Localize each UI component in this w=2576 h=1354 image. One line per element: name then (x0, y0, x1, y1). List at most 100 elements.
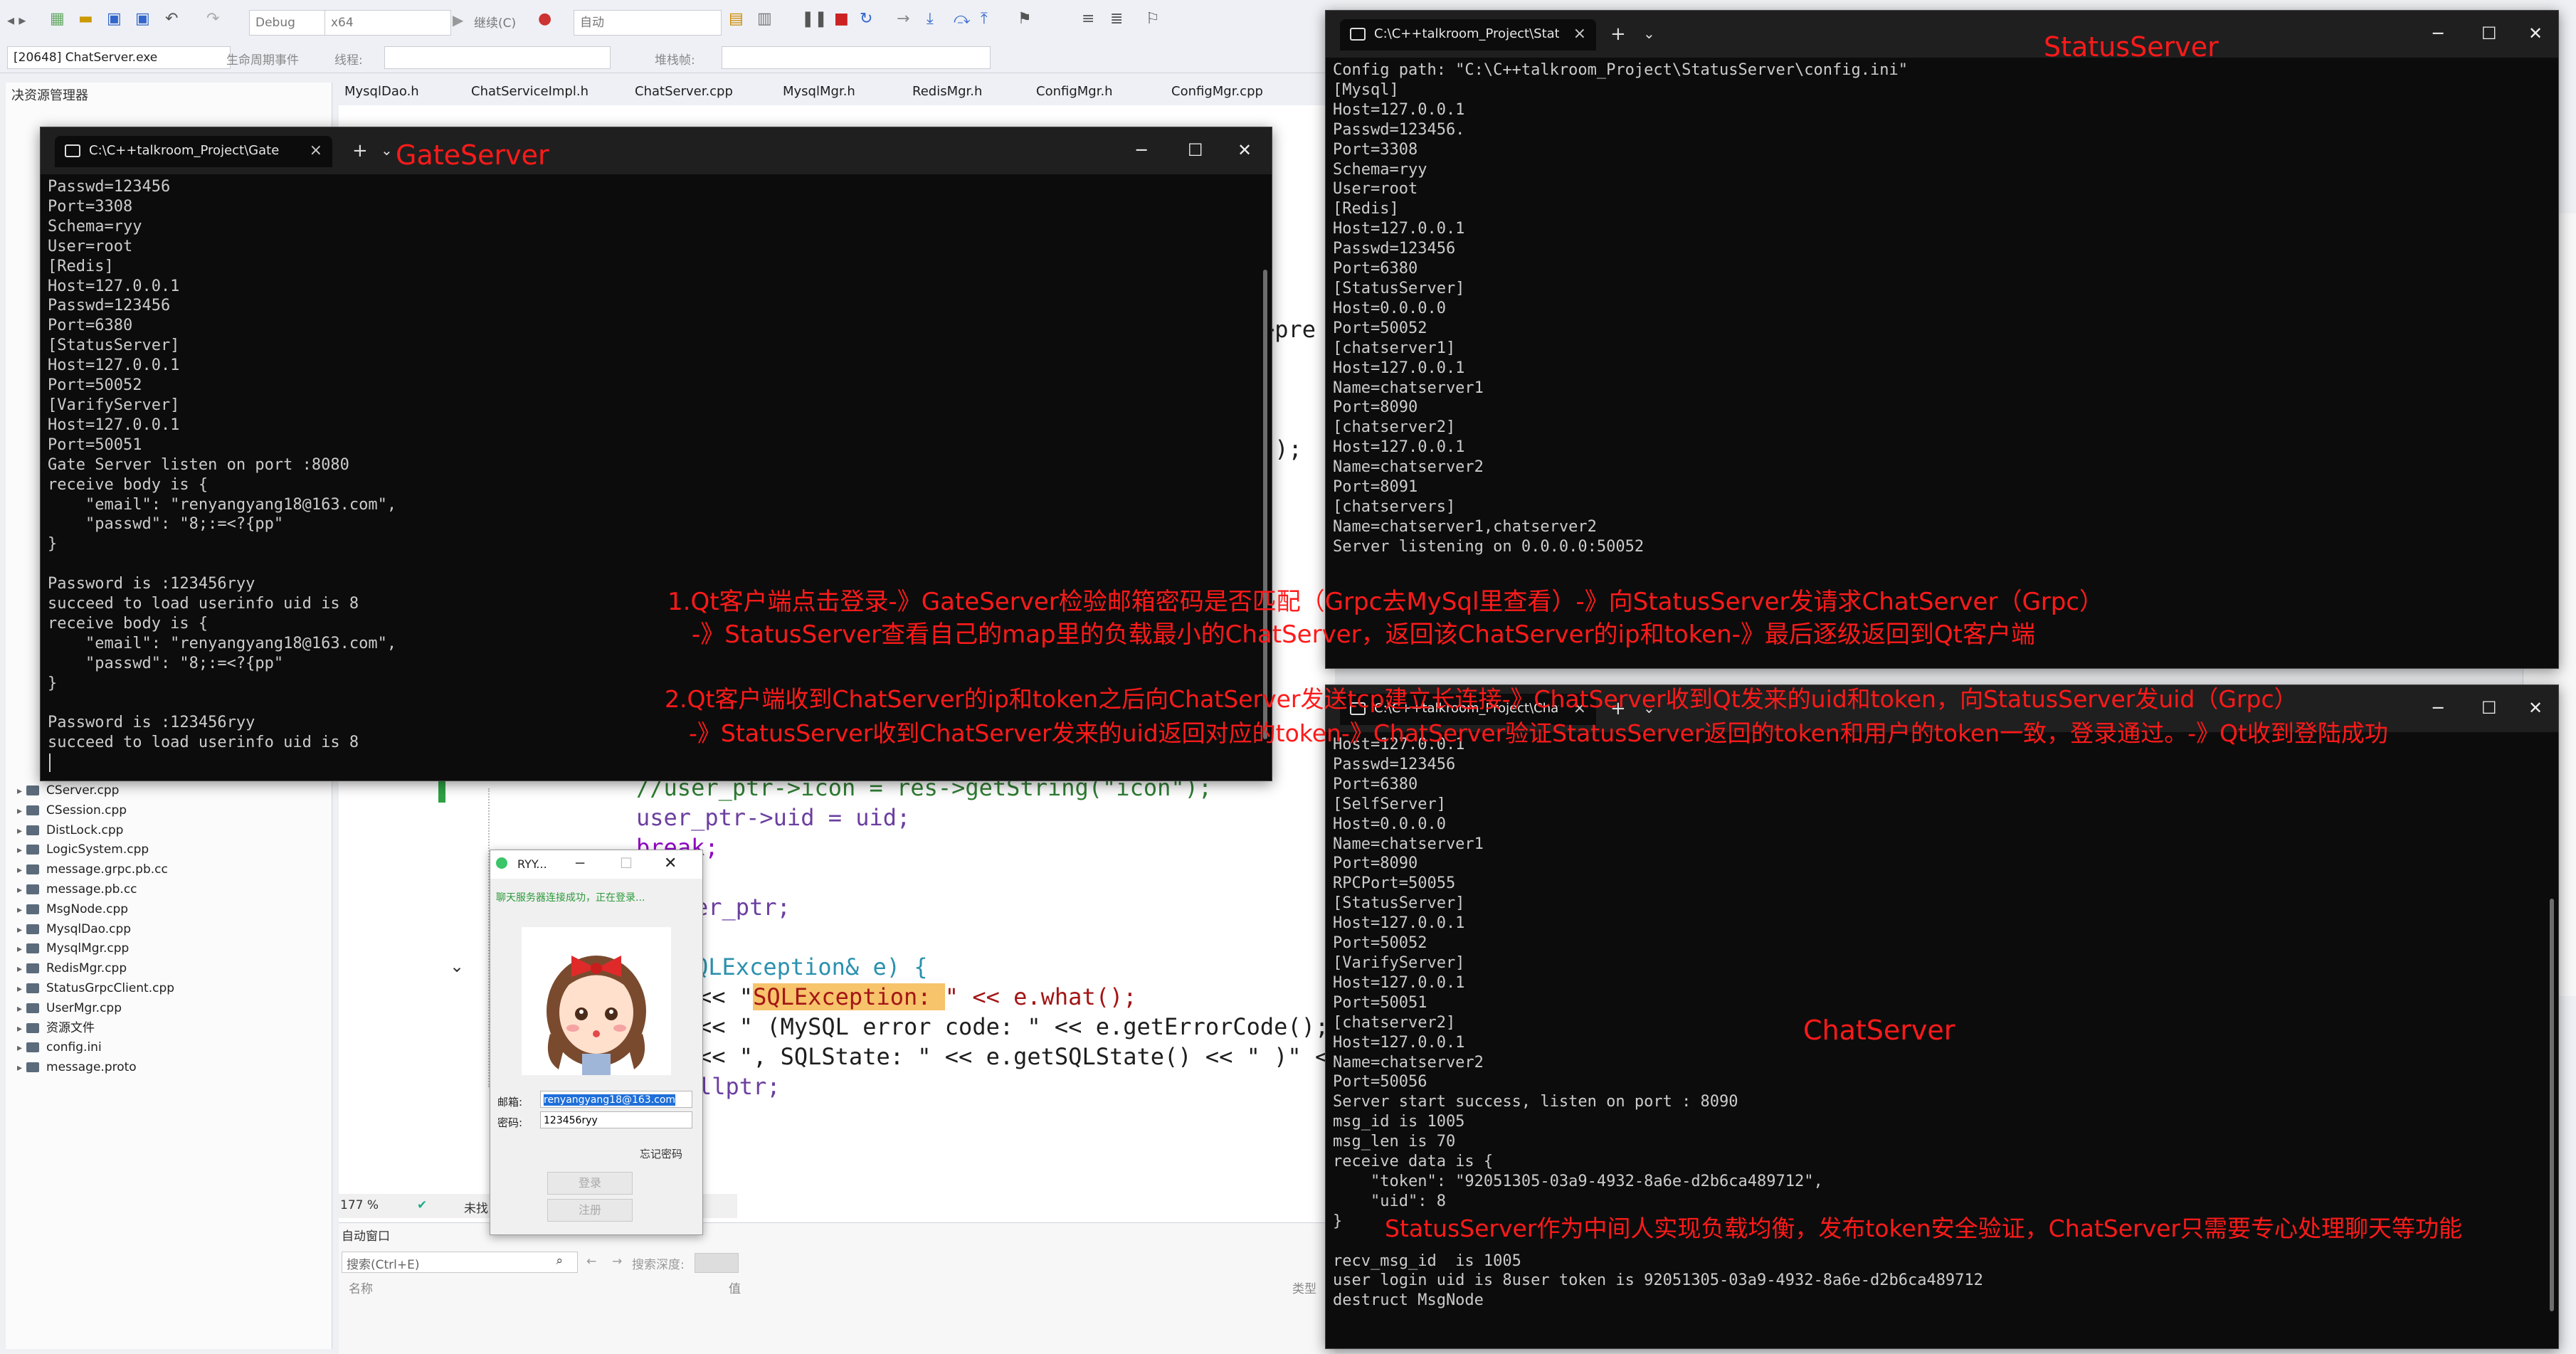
nav-back-icon[interactable]: ← (586, 1254, 596, 1269)
chevron-down-icon[interactable]: ⌄ (381, 142, 393, 159)
tab-mysqldao-h[interactable]: MysqlDao.h (344, 84, 419, 99)
statusserver-tab[interactable]: C:\C++talkroom_Project\Statu × (1340, 19, 1596, 51)
step-over-icon[interactable]: ⤼ (954, 10, 971, 28)
maximize-icon[interactable]: ☐ (2481, 23, 2497, 43)
expand-arrow-icon[interactable]: ▸ (17, 825, 22, 837)
scrollbar-thumb[interactable] (2550, 899, 2554, 1311)
tab-mysqlmgr-h[interactable]: MysqlMgr.h (783, 84, 855, 99)
save-all-icon[interactable]: ▣ (135, 10, 150, 28)
continue-button[interactable]: 继续(C) (474, 13, 516, 31)
new-tab-plus-icon[interactable]: + (352, 140, 368, 162)
tab-chatserver-cpp[interactable]: ChatServer.cpp (635, 84, 733, 99)
maximize-icon[interactable]: ☐ (620, 855, 633, 872)
solution-file-item[interactable]: ▸ UserMgr.cpp (17, 999, 122, 1017)
solution-file-item[interactable]: ▸ 资源文件 (17, 1019, 95, 1037)
solution-file-item[interactable]: ▸ message.pb.cc (17, 880, 137, 899)
restart-icon[interactable]: ↻ (860, 10, 872, 28)
minimize-icon[interactable]: ─ (2433, 698, 2443, 718)
solution-file-item[interactable]: ▸ DistLock.cpp (17, 821, 123, 840)
close-icon[interactable]: ✕ (2528, 698, 2543, 718)
step-into-icon[interactable]: ⤓ (927, 10, 934, 28)
expand-arrow-icon[interactable]: ▸ (17, 1023, 22, 1035)
solution-file-item[interactable]: ▸ MysqlDao.cpp (17, 920, 131, 938)
forgot-password-link[interactable]: 忘记密码 (640, 1146, 682, 1161)
thread-select[interactable] (384, 46, 611, 69)
zoom-level[interactable]: 177 % (340, 1198, 379, 1212)
redo-icon[interactable]: ↷ (206, 10, 219, 28)
solution-file-item[interactable]: ▸ RedisMgr.cpp (17, 959, 127, 978)
browse-icon[interactable]: ▤ (729, 10, 744, 28)
uncomment-icon[interactable]: ≣ (1110, 10, 1123, 28)
close-tab-icon[interactable]: × (310, 142, 322, 159)
bookmark-icon[interactable]: ⚐ (1146, 10, 1160, 28)
undo-icon[interactable]: ↶ (165, 10, 178, 28)
close-tab-icon[interactable]: × (1573, 25, 1586, 43)
expand-arrow-icon[interactable]: ▸ (17, 924, 22, 936)
qt-login-window[interactable]: RYY... ─ ☐ ✕ 聊天服务器连接成功，正在登录... 邮箱: renya… (490, 850, 703, 1235)
expand-arrow-icon[interactable]: ▸ (17, 904, 22, 916)
new-tab-plus-icon[interactable]: + (1610, 23, 1626, 45)
solution-file-item[interactable]: ▸ LogicSystem.cpp (17, 840, 149, 859)
fold-chevron-icon[interactable]: ⌄ (450, 956, 464, 976)
debug-tools-icon[interactable]: ⚑ (1018, 10, 1032, 28)
search-icon[interactable]: ⌕ (556, 1254, 563, 1268)
minimize-icon[interactable]: ─ (576, 855, 584, 872)
continue-play-icon[interactable]: ▶ (453, 11, 463, 28)
solution-file-item[interactable]: ▸ config.ini (17, 1038, 102, 1057)
solution-file-item[interactable]: ▸ CServer.cpp (17, 781, 119, 800)
statusserver-console[interactable]: C:\C++talkroom_Project\Statu × + ⌄ ─ ☐ ✕… (1325, 10, 2559, 669)
lifecycle-events-label[interactable]: 生命周期事件 (226, 50, 299, 68)
maximize-icon[interactable]: ☐ (1188, 140, 1203, 160)
expand-arrow-icon[interactable]: ▸ (17, 983, 22, 995)
tab-configmgr-h[interactable]: ConfigMgr.h (1036, 84, 1113, 99)
attach-icon[interactable]: ▥ (757, 10, 772, 28)
hot-reload-icon[interactable]: ● (538, 10, 551, 28)
config-select[interactable]: Debug (249, 10, 330, 36)
expand-arrow-icon[interactable]: ▸ (17, 943, 22, 955)
pause-icon[interactable]: ❚❚ (801, 10, 828, 28)
expand-arrow-icon[interactable]: ▸ (17, 864, 22, 876)
tab-redismgr-h[interactable]: RedisMgr.h (912, 84, 982, 99)
gateserver-titlebar[interactable]: C:\C++talkroom_Project\Gate × + ⌄ ─ ☐ ✕ (41, 127, 1272, 174)
platform-select[interactable]: x64 (324, 10, 451, 36)
maximize-icon[interactable]: ☐ (2481, 698, 2497, 718)
solution-file-item[interactable]: ▸ StatusGrpcClient.cpp (17, 979, 174, 998)
autos-search-box[interactable]: 搜索(Ctrl+E) ⌕ (342, 1252, 578, 1273)
open-folder-icon[interactable]: ▬ (78, 10, 93, 28)
solution-file-item[interactable]: ▸ MsgNode.cpp (17, 900, 128, 919)
show-next-icon[interactable]: → (897, 10, 909, 28)
expand-arrow-icon[interactable]: ▸ (17, 963, 22, 975)
expand-arrow-icon[interactable]: ▸ (17, 1062, 22, 1074)
close-icon[interactable]: ✕ (2528, 23, 2543, 43)
expand-arrow-icon[interactable]: ▸ (17, 884, 22, 896)
back-icon[interactable]: ◂ ▸ (7, 11, 26, 28)
statusserver-titlebar[interactable]: C:\C++talkroom_Project\Statu × + ⌄ ─ ☐ ✕ (1326, 11, 2558, 58)
register-button[interactable]: 注册 (547, 1199, 633, 1222)
expand-arrow-icon[interactable]: ▸ (17, 1003, 22, 1015)
qt-titlebar[interactable]: RYY... ─ ☐ ✕ (490, 850, 702, 879)
gateserver-tab[interactable]: C:\C++talkroom_Project\Gate × (55, 136, 332, 167)
solution-file-item[interactable]: ▸ message.grpc.pb.cc (17, 860, 168, 879)
save-icon[interactable]: ▣ (107, 10, 122, 28)
process-select[interactable]: [20648] ChatServer.exe (7, 46, 231, 69)
solution-file-item[interactable]: ▸ MysqlMgr.cpp (17, 939, 129, 958)
tab-configmgr-cpp[interactable]: ConfigMgr.cpp (1171, 84, 1263, 99)
auto-select[interactable]: 自动 (574, 10, 722, 36)
chevron-down-icon[interactable]: ⌄ (1643, 25, 1655, 42)
solution-file-item[interactable]: ▸ CSession.cpp (17, 801, 127, 820)
new-file-icon[interactable]: ▦ (50, 10, 65, 28)
search-depth-select[interactable] (695, 1253, 739, 1273)
expand-arrow-icon[interactable]: ▸ (17, 1042, 22, 1054)
expand-arrow-icon[interactable]: ▸ (17, 786, 22, 797)
minimize-icon[interactable]: ─ (1136, 140, 1146, 160)
comment-icon[interactable]: ≡ (1082, 10, 1094, 28)
stop-icon[interactable]: ■ (834, 10, 849, 28)
login-button[interactable]: 登录 (547, 1172, 633, 1195)
expand-arrow-icon[interactable]: ▸ (17, 845, 22, 856)
password-field[interactable]: 123456ryy (540, 1111, 692, 1128)
step-out-icon[interactable]: ⤒ (981, 10, 988, 28)
nav-forward-icon[interactable]: → (612, 1254, 622, 1269)
close-icon[interactable]: ✕ (664, 855, 677, 872)
minimize-icon[interactable]: ─ (2433, 23, 2443, 43)
stack-frame-select[interactable] (722, 46, 991, 69)
